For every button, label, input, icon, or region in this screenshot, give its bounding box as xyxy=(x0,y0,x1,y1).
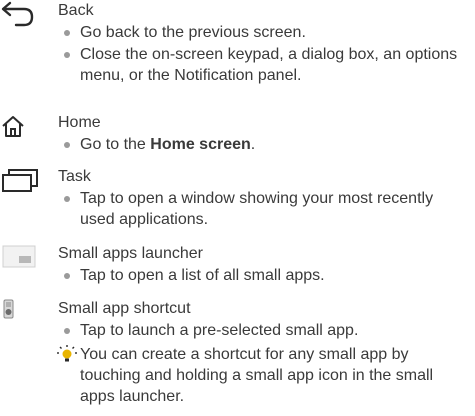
tip-text: You can create a shortcut for any small … xyxy=(80,346,434,405)
bullet-item: Go to the Home screen. xyxy=(58,134,468,155)
lightbulb-tip-icon xyxy=(57,345,77,362)
bullet-text: Go to the Home screen. xyxy=(80,134,468,155)
back-arrow-icon xyxy=(1,1,34,27)
entry-title: Back xyxy=(58,2,94,19)
bullet-dot xyxy=(64,30,70,36)
bullet-item: Tap to open a list of all small apps. xyxy=(58,265,468,286)
task-icon xyxy=(2,169,38,192)
entry-title: Task xyxy=(58,168,91,185)
bullet-text: Tap to launch a pre-selected small app. xyxy=(80,322,359,339)
bullet-prefix: Go to the xyxy=(80,136,151,153)
bullet-text: Go back to the previous screen. xyxy=(80,24,306,41)
bullet-text: Tap to open a list of all small apps. xyxy=(80,267,325,284)
bullet-suffix: . xyxy=(250,136,256,153)
bullet-item: Close the on-screen keypad, a dialog box… xyxy=(58,44,468,86)
bullet-dot xyxy=(64,273,70,279)
home-icon xyxy=(2,116,24,137)
bullet-dot xyxy=(64,52,70,58)
bullet-dot xyxy=(64,196,70,202)
bullet-dot xyxy=(64,328,70,334)
bullet-dot xyxy=(64,142,70,148)
home-screen-link-text: Home screen xyxy=(150,136,251,153)
entry-title: Small apps launcher xyxy=(58,245,203,262)
bullet-item: Tap to open a window showing your most r… xyxy=(58,188,468,230)
bullet-text: Close the on-screen keypad, a dialog box… xyxy=(80,46,458,84)
small-apps-launcher-icon xyxy=(2,245,36,268)
tip-note: You can create a shortcut for any small … xyxy=(57,344,468,407)
bullet-item: Tap to launch a pre-selected small app. xyxy=(58,320,468,341)
small-app-shortcut-icon xyxy=(3,299,14,319)
bullet-item: Go back to the previous screen. xyxy=(58,22,468,43)
entry-title: Small app shortcut xyxy=(58,300,191,317)
entry-title: Home xyxy=(58,114,101,131)
bullet-text: Tap to open a window showing your most r… xyxy=(80,190,434,228)
